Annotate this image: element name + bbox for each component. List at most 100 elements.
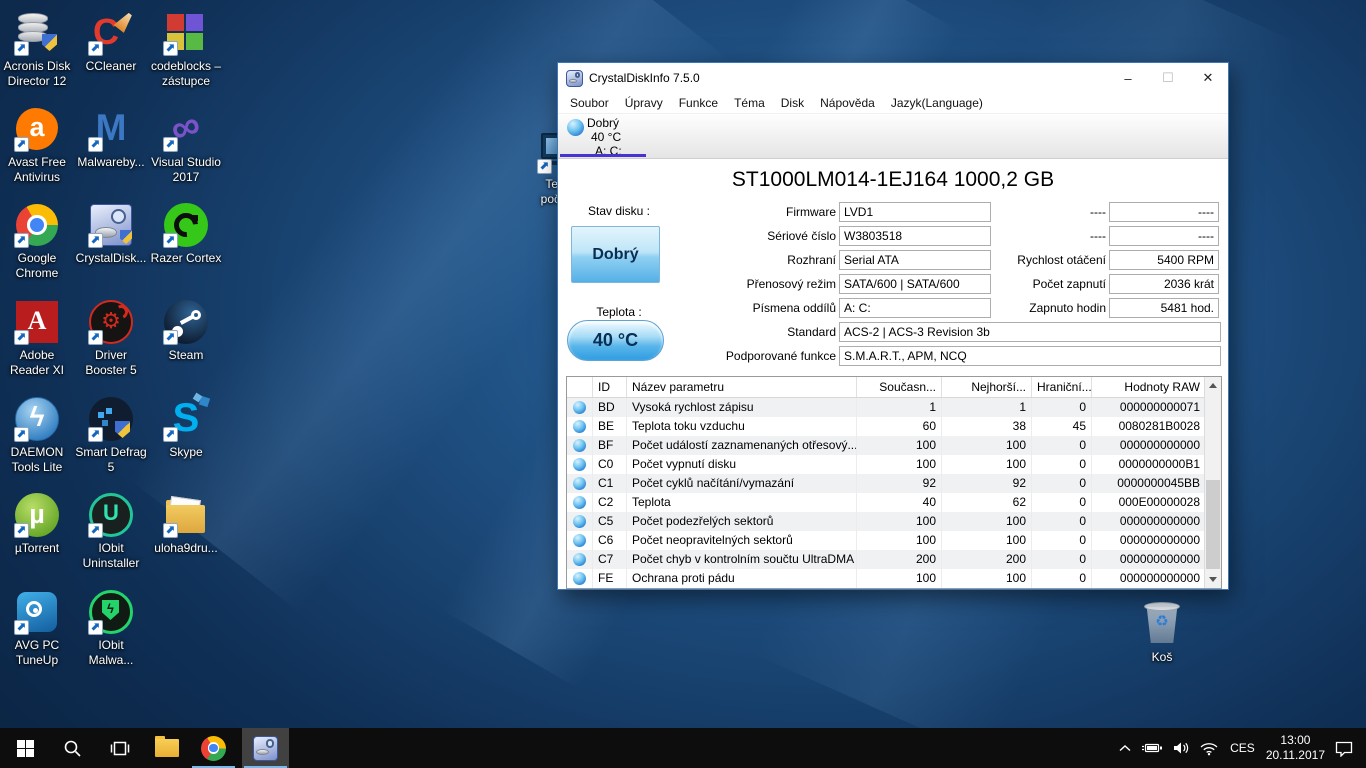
- desktop-icon-driver-booster[interactable]: ⚙ ⬈: [88, 299, 134, 345]
- recycle-bin-label[interactable]: Koš: [1114, 650, 1210, 665]
- header-id[interactable]: ID: [593, 377, 627, 397]
- desktop-icon-avg-pc-tuneup[interactable]: ⬈: [14, 589, 60, 635]
- smart-row-C7[interactable]: C7Počet chyb v kontrolním součtu UltraDM…: [567, 550, 1221, 569]
- cell-id: BE: [593, 417, 627, 436]
- desktop-icon-crystaldiskinfo[interactable]: ⬈: [88, 202, 134, 248]
- scroll-down-arrow[interactable]: [1205, 571, 1221, 588]
- cell-name: Počet chyb v kontrolním součtu UltraDMA: [627, 550, 857, 569]
- desktop-icon-adobe-reader[interactable]: A⬈: [14, 299, 60, 345]
- header-thr[interactable]: Hraniční...: [1032, 377, 1092, 397]
- wifi-icon[interactable]: [1199, 741, 1219, 756]
- cell-worst: 100: [942, 569, 1032, 588]
- desktop-icon-label[interactable]: Skype: [138, 445, 234, 460]
- desktop-icon-visual-studio[interactable]: ∞⬈: [163, 106, 209, 152]
- desktop-icon-ccleaner[interactable]: C ⬈: [88, 10, 134, 56]
- desktop-icon-label[interactable]: IObit Malwa...: [63, 638, 159, 668]
- cell-id: C0: [593, 455, 627, 474]
- desktop-icon-steam[interactable]: ⬈: [163, 299, 209, 345]
- battery-icon[interactable]: [1141, 741, 1163, 755]
- desktop-icon-utorrent[interactable]: µ⬈: [14, 492, 60, 538]
- scroll-up-arrow[interactable]: [1205, 377, 1221, 394]
- health-status-button[interactable]: Dobrý: [571, 226, 660, 283]
- smart-row-BE[interactable]: BETeplota toku vzduchu6038450080281B0028: [567, 417, 1221, 436]
- menu-item-6[interactable]: Jazyk(Language): [883, 96, 991, 110]
- smart-row-C1[interactable]: C1Počet cyklů načítání/vymazání929200000…: [567, 474, 1221, 493]
- header-worst[interactable]: Nejhorší...: [942, 377, 1032, 397]
- title-bar[interactable]: CrystalDiskInfo 7.5.0 – ☐ ✕: [558, 63, 1228, 93]
- desktop-icon-label[interactable]: codeblocks – zástupce: [138, 59, 234, 89]
- smart-row-BD[interactable]: BDVysoká rychlost zápisu110000000000071: [567, 398, 1221, 417]
- drive-status-text: Dobrý: [587, 116, 619, 130]
- desktop-icon-skype[interactable]: S ⬈: [163, 396, 209, 442]
- shortcut-arrow-icon: ⬈: [163, 233, 178, 248]
- tray-chevron-up-icon[interactable]: [1118, 743, 1132, 753]
- shortcut-arrow-icon: ⬈: [14, 620, 29, 635]
- menu-item-5[interactable]: Nápověda: [812, 96, 883, 110]
- chrome-taskbar-button[interactable]: [190, 728, 237, 768]
- cell-name: Teplota toku vzduchu: [627, 417, 857, 436]
- scrollbar-thumb[interactable]: [1206, 480, 1220, 569]
- desktop-icon-label[interactable]: Razer Cortex: [138, 251, 234, 266]
- cell-name: Ochrana proti pádu: [627, 569, 857, 588]
- smart-row-C5[interactable]: C5Počet podezřelých sektorů1001000000000…: [567, 512, 1221, 531]
- desktop-icon-smart-defrag[interactable]: ⬈: [88, 396, 134, 442]
- speaker-icon[interactable]: [1172, 741, 1190, 755]
- cell-threshold: 0: [1032, 531, 1092, 550]
- disk-model-title: ST1000LM014-1EJ164 1000,2 GB: [558, 168, 1228, 192]
- language-indicator[interactable]: CES: [1228, 741, 1257, 755]
- smart-row-FE[interactable]: FEOchrana proti pádu1001000000000000000: [567, 569, 1221, 588]
- desktop-icon-razer-cortex[interactable]: ⬈: [163, 202, 209, 248]
- info-field-2-value: Serial ATA: [839, 250, 991, 270]
- desktop-icon-label[interactable]: Steam: [138, 348, 234, 363]
- file-explorer-button[interactable]: [143, 728, 190, 768]
- menu-item-4[interactable]: Disk: [773, 96, 812, 110]
- drive-selected-underline: [560, 154, 646, 157]
- menu-item-2[interactable]: Funkce: [671, 96, 726, 110]
- close-button[interactable]: ✕: [1188, 64, 1228, 93]
- smart-row-C6[interactable]: C6Počet neopravitelných sektorů100100000…: [567, 531, 1221, 550]
- menu-item-1[interactable]: Úpravy: [617, 96, 671, 110]
- menu-item-0[interactable]: Soubor: [562, 96, 617, 110]
- header-cur[interactable]: Současn...: [857, 377, 942, 397]
- desktop-icon-codeblocks[interactable]: ⬈: [163, 10, 209, 56]
- desktop-icon-avast-free-antivirus[interactable]: a⬈: [14, 106, 60, 152]
- desktop-icon-folder[interactable]: ⬈: [163, 492, 209, 538]
- search-button[interactable]: [49, 728, 96, 768]
- status-orb-icon: [567, 550, 593, 569]
- cell-raw: 0000000045BB: [1092, 474, 1205, 493]
- task-view-button[interactable]: [96, 728, 143, 768]
- desktop-icon-label[interactable]: Visual Studio 2017: [138, 155, 234, 185]
- stat-field-0-label: ----: [988, 202, 1106, 222]
- action-center-icon[interactable]: [1334, 740, 1354, 757]
- smart-row-C2[interactable]: C2Teplota40620000E00000028: [567, 493, 1221, 512]
- clock[interactable]: 13:00 20.11.2017: [1266, 733, 1325, 763]
- stat-field-2-value: 5400 RPM: [1109, 250, 1219, 270]
- desktop-icon-acronis-disk-director[interactable]: ⬈: [14, 10, 60, 56]
- stat-field-3-value: 2036 krát: [1109, 274, 1219, 294]
- smart-row-BF[interactable]: BFPočet událostí zaznamenaných otřesový.…: [567, 436, 1221, 455]
- temperature-button[interactable]: 40 °C: [567, 320, 664, 361]
- minimize-button[interactable]: –: [1108, 64, 1148, 93]
- desktop-icon-malwarebytes[interactable]: M⬈: [88, 106, 134, 152]
- menu-item-3[interactable]: Téma: [726, 96, 773, 110]
- shortcut-arrow-icon: ⬈: [14, 523, 29, 538]
- smart-row-C0[interactable]: C0Počet vypnutí disku10010000000000000B1: [567, 455, 1221, 474]
- header-icon[interactable]: [567, 377, 593, 397]
- desktop-icon-google-chrome[interactable]: ⬈: [14, 202, 60, 248]
- maximize-button[interactable]: ☐: [1148, 64, 1188, 93]
- header-name[interactable]: Název parametru: [627, 377, 857, 397]
- desktop-icon-daemon-tools[interactable]: ϟ⬈: [14, 396, 60, 442]
- table-scrollbar[interactable]: [1204, 377, 1221, 588]
- desktop-icon-iobit-malware-fighter[interactable]: ϟ⬈: [88, 589, 134, 635]
- info-field-4-label: Písmena oddílů: [676, 298, 836, 318]
- recycle-bin-icon[interactable]: ♻: [1138, 598, 1186, 648]
- stat-field-3-label: Počet zapnutí: [988, 274, 1106, 294]
- desktop-icon-iobit-uninstaller[interactable]: U⬈: [88, 492, 134, 538]
- crystaldiskinfo-taskbar-button[interactable]: [242, 728, 289, 768]
- cell-id: C2: [593, 493, 627, 512]
- header-raw[interactable]: Hodnoty RAW: [1092, 377, 1205, 397]
- cell-current: 100: [857, 436, 942, 455]
- desktop-icon-label[interactable]: uloha9dru...: [138, 541, 234, 556]
- start-button[interactable]: [2, 728, 49, 768]
- drive-selector[interactable]: Dobrý 40 °C A: C:: [558, 113, 1228, 159]
